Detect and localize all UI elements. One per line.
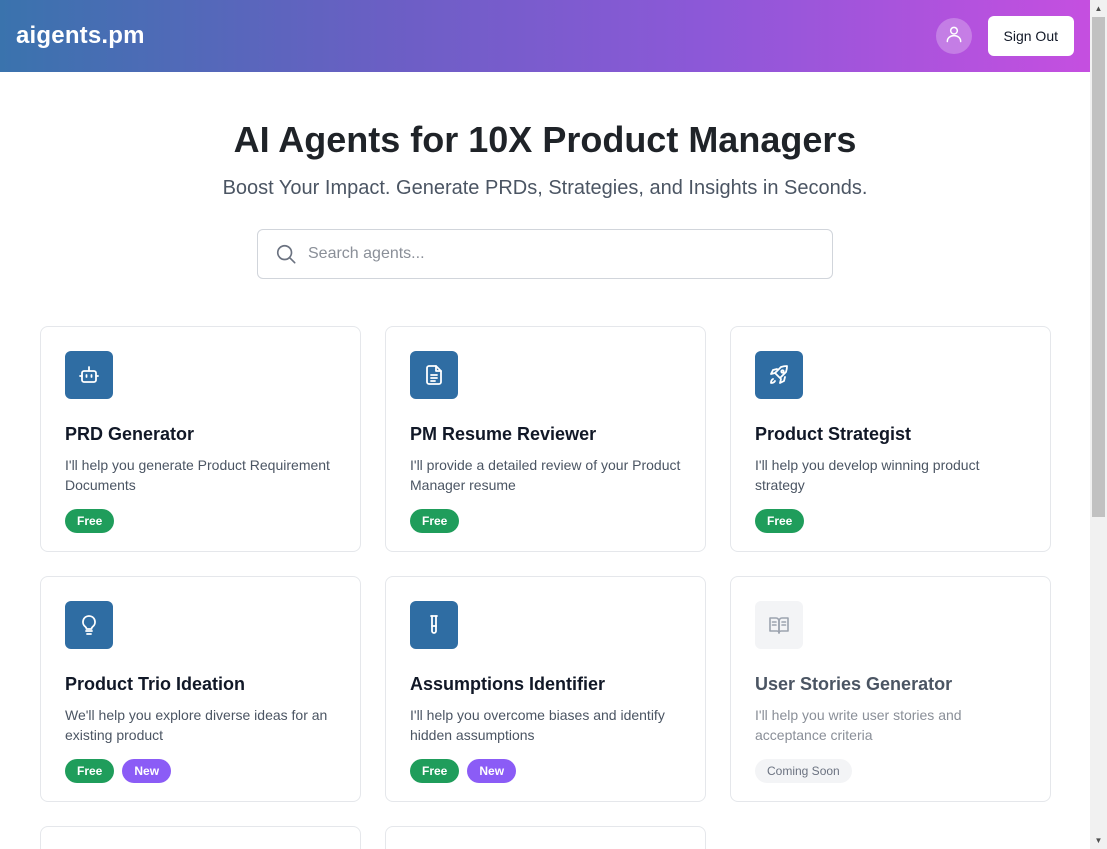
- badge-row: Free New: [65, 759, 336, 783]
- sign-out-button[interactable]: Sign Out: [987, 16, 1074, 56]
- scroll-thumb[interactable]: [1092, 17, 1105, 517]
- robot-icon: [65, 351, 113, 399]
- agent-title: PRD Generator: [65, 424, 195, 444]
- new-badge: New: [122, 759, 172, 783]
- book-icon: [755, 601, 803, 649]
- logo[interactable]: aigents.pm: [16, 22, 145, 50]
- document-icon: [410, 351, 458, 399]
- search-box[interactable]: [257, 229, 833, 279]
- badge-row: Free: [65, 509, 336, 533]
- search-input[interactable]: [306, 230, 832, 278]
- agent-description: I'll help you develop winning product st…: [755, 457, 980, 493]
- page-subtitle: Boost Your Impact. Generate PRDs, Strate…: [222, 177, 868, 199]
- page: aigents.pm Sign Out AI Agents for 10X Pr…: [0, 0, 1090, 849]
- agent-description: I'll help you write user stories and acc…: [755, 707, 962, 743]
- agent-description: I'll help you overcome biases and identi…: [410, 707, 665, 743]
- badge-row: Free: [755, 509, 1026, 533]
- lightbulb-icon: [65, 601, 113, 649]
- test-tube-icon: [410, 601, 458, 649]
- agent-title: User Stories Generator: [755, 674, 953, 694]
- agent-card-user-stories-generator: User Stories Generator I'll help you wri…: [730, 576, 1051, 802]
- agent-card-partial[interactable]: [385, 826, 706, 849]
- user-icon: [944, 24, 964, 49]
- hero-section: AI Agents for 10X Product Managers Boost…: [0, 72, 1090, 279]
- coming-soon-badge: Coming Soon: [755, 759, 852, 783]
- badge-row: Coming Soon: [755, 759, 1026, 783]
- new-badge: New: [467, 759, 517, 783]
- agent-card-pm-resume-reviewer[interactable]: PM Resume Reviewer I'll provide a detail…: [385, 326, 706, 552]
- agent-card-assumptions-identifier[interactable]: Assumptions Identifier I'll help you ove…: [385, 576, 706, 802]
- scroll-up-arrow-icon[interactable]: ▲: [1090, 0, 1107, 17]
- agent-card-product-strategist[interactable]: Product Strategist I'll help you develop…: [730, 326, 1051, 552]
- agent-title: PM Resume Reviewer: [410, 424, 597, 444]
- agent-card-partial[interactable]: [40, 826, 361, 849]
- avatar[interactable]: [935, 18, 972, 54]
- agent-title: Product Strategist: [755, 424, 912, 444]
- search-icon: [274, 242, 298, 266]
- agent-card-prd-generator[interactable]: PRD Generator I'll help you generate Pro…: [40, 326, 361, 552]
- free-badge: Free: [65, 759, 115, 783]
- free-badge: Free: [755, 509, 805, 533]
- agent-description: I'll help you generate Product Requireme…: [65, 457, 330, 493]
- top-header: aigents.pm Sign Out: [0, 0, 1090, 72]
- badge-row: Free New: [410, 759, 681, 783]
- free-badge: Free: [65, 509, 115, 533]
- vertical-scrollbar[interactable]: ▲ ▼: [1090, 0, 1107, 849]
- agent-title: Product Trio Ideation: [65, 674, 246, 694]
- badge-row: Free: [410, 509, 681, 533]
- rocket-icon: [755, 351, 803, 399]
- agent-description: I'll provide a detailed review of your P…: [410, 457, 681, 493]
- free-badge: Free: [410, 759, 460, 783]
- header-actions: Sign Out: [935, 16, 1074, 56]
- agent-card-product-trio-ideation[interactable]: Product Trio Ideation We'll help you exp…: [40, 576, 361, 802]
- page-title: AI Agents for 10X Product Managers: [233, 119, 857, 160]
- agent-description: We'll help you explore diverse ideas for…: [65, 707, 328, 743]
- agent-grid: PRD Generator I'll help you generate Pro…: [40, 326, 1051, 849]
- agent-title: Assumptions Identifier: [410, 674, 606, 694]
- free-badge: Free: [410, 509, 460, 533]
- scroll-down-arrow-icon[interactable]: ▼: [1090, 832, 1107, 849]
